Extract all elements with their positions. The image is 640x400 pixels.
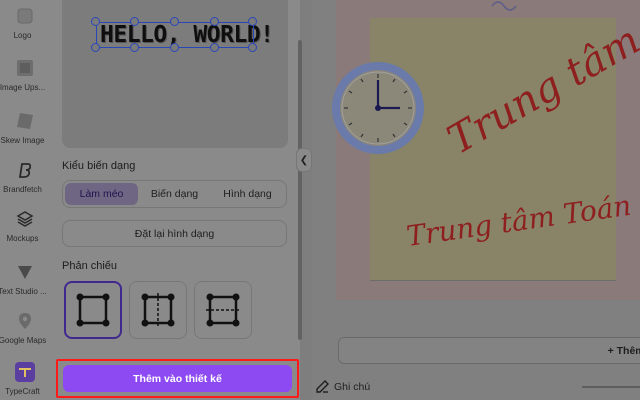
notes-icon — [316, 380, 329, 393]
selected-text-element[interactable]: HELLO, WORLD! — [91, 17, 274, 52]
resize-handle[interactable] — [91, 43, 100, 52]
resize-handle[interactable] — [248, 43, 257, 52]
app-rail: Logo Image Ups... Skew Image Brandfetch … — [0, 0, 50, 400]
mirror-horizontal-option[interactable] — [194, 281, 252, 339]
rail-item-logo[interactable]: Logo — [0, 6, 50, 40]
rail-item-label: Mockups — [6, 234, 39, 243]
clock-icon[interactable] — [332, 62, 424, 154]
resize-handle[interactable] — [210, 17, 219, 26]
warp-option-deform[interactable]: Biến dạng — [138, 183, 211, 205]
decorative-squiggle — [491, 1, 517, 11]
resize-handle[interactable] — [91, 17, 100, 26]
panel-scrollbar[interactable] — [298, 40, 302, 340]
rail-item-typecraft[interactable]: TypeCraft — [0, 362, 50, 396]
reset-shape-button[interactable]: Đặt lại hình dạng — [62, 220, 287, 247]
mirror-vertical-option[interactable] — [129, 281, 187, 339]
mirror-vertical-icon — [141, 293, 175, 327]
rail-item-mockups[interactable]: Mockups — [0, 209, 50, 243]
rail-item-google-maps[interactable]: Google Maps — [0, 311, 50, 345]
logo-icon — [15, 6, 35, 26]
warp-option-distort[interactable]: Làm méo — [65, 183, 138, 205]
mirror-none-icon — [76, 293, 110, 327]
design-canvas-area: Trung tâm Trung tâm Toán + Thêm tra Ghi … — [312, 0, 640, 400]
rail-item-label: Skew Image — [0, 136, 45, 145]
warp-type-heading: Kiểu biến dạng — [62, 160, 136, 172]
image-upscaler-icon — [15, 58, 35, 78]
add-page-label: + Thêm tra — [607, 344, 640, 357]
script-text-large[interactable]: Trung tâm — [440, 17, 640, 164]
resize-handle[interactable] — [130, 43, 139, 52]
mirror-horizontal-icon — [206, 293, 240, 327]
rail-item-image-upscaler[interactable]: Image Ups... — [0, 58, 50, 92]
brandfetch-icon — [15, 160, 35, 180]
rail-item-label: Image Ups... — [0, 83, 46, 92]
zoom-slider[interactable] — [582, 386, 640, 388]
text-studio-icon — [15, 262, 35, 282]
highlight-box: Thêm vào thiết kế — [56, 359, 299, 398]
text-warp-panel: HELLO, WORLD! Kiểu biến dạng Làm méo Biế… — [50, 0, 300, 400]
resize-handle[interactable] — [210, 43, 219, 52]
resize-handle[interactable] — [248, 17, 257, 26]
warp-type-segmented-control: Làm méo Biến dạng Hình dạng — [62, 180, 287, 208]
rail-item-label: Logo — [13, 31, 32, 40]
skew-image-icon — [15, 111, 35, 131]
notes-button[interactable]: Ghi chú — [316, 380, 370, 393]
rail-item-label: TypeCraft — [5, 387, 40, 396]
add-page-button[interactable]: + Thêm tra — [338, 337, 640, 364]
add-to-design-button[interactable]: Thêm vào thiết kế — [63, 365, 292, 392]
rail-item-label: Brandfetch — [3, 185, 42, 194]
resize-handle[interactable] — [130, 17, 139, 26]
rail-item-label: Google Maps — [0, 336, 47, 345]
design-graphics: Trung tâm Trung tâm Toán — [332, 1, 640, 253]
rail-item-text-studio[interactable]: Text Studio ... — [0, 262, 50, 296]
resize-handle[interactable] — [170, 17, 179, 26]
notes-label: Ghi chú — [334, 380, 371, 393]
rail-item-skew-image[interactable]: Skew Image — [0, 111, 50, 145]
script-text-small[interactable]: Trung tâm Toán — [404, 189, 633, 253]
warp-option-shape[interactable]: Hình dạng — [211, 183, 284, 205]
typecraft-icon — [15, 362, 35, 382]
rail-item-label: Text Studio ... — [0, 287, 47, 296]
chevron-left-icon: ❮ — [299, 154, 309, 166]
mockups-icon — [15, 209, 35, 229]
mirror-none-option[interactable] — [64, 281, 122, 339]
resize-handle[interactable] — [170, 43, 179, 52]
map-pin-icon — [15, 311, 35, 331]
rail-item-brandfetch[interactable]: Brandfetch — [0, 160, 50, 194]
mirror-heading: Phản chiếu — [62, 260, 118, 272]
warp-preview: HELLO, WORLD! — [62, 0, 288, 148]
collapse-panel-button[interactable]: ❮ — [296, 148, 312, 172]
